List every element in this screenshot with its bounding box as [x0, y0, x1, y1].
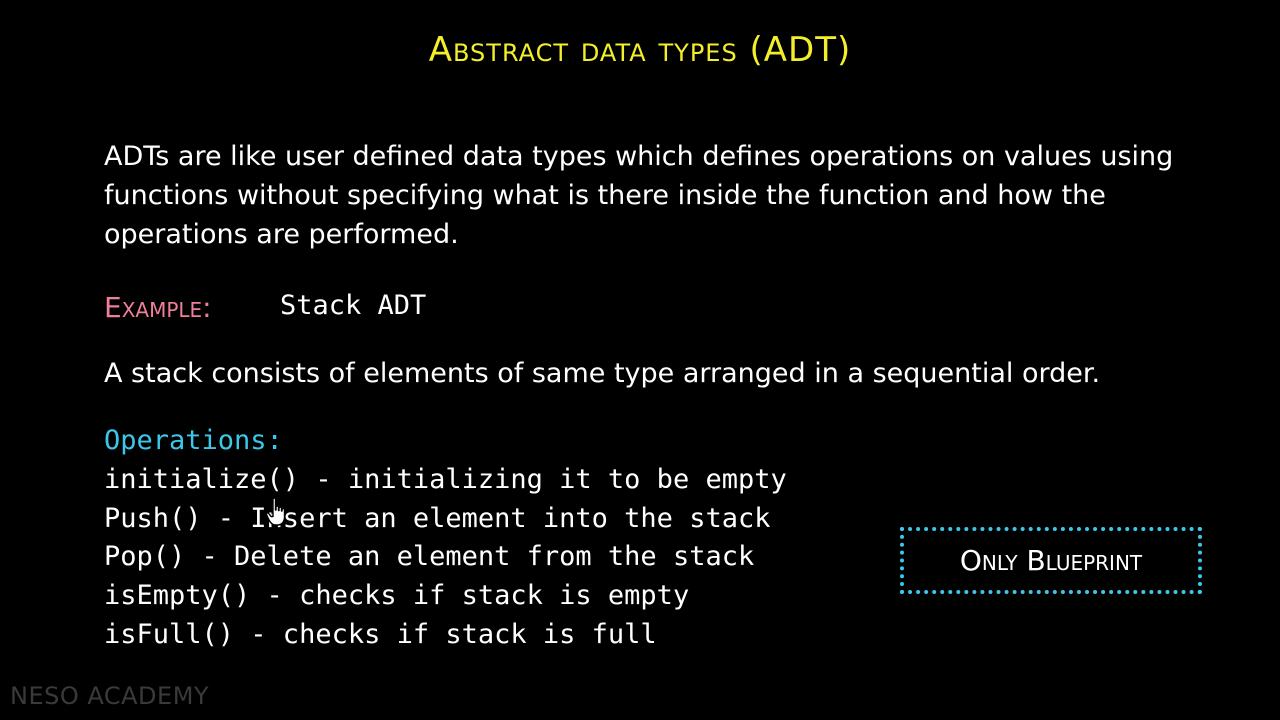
- operation-isempty: isEmpty() - checks if stack is empty: [104, 580, 690, 612]
- blueprint-callout: Only Blueprint: [900, 527, 1202, 594]
- operation-pop: Pop() - Delete an element from the stack: [104, 541, 755, 573]
- operation-isfull: isFull() - checks if stack is full: [104, 618, 657, 650]
- slide-title: Abstract data types (ADT): [428, 30, 852, 70]
- watermark: NESO ACADEMY: [10, 682, 210, 710]
- adt-definition: ADTs are like user defined data types wh…: [104, 141, 1174, 250]
- stack-description: A stack consists of elements of same typ…: [104, 358, 1101, 389]
- operation-initialize: initialize() - initializing it to be emp…: [104, 463, 787, 495]
- hand-pointer-icon: [265, 497, 286, 526]
- operations-heading: Operations:: [104, 425, 283, 456]
- operation-push: Push() - Insert an element into the stac…: [104, 502, 771, 534]
- example-label: Example:: [104, 291, 212, 324]
- blueprint-callout-text: Only Blueprint: [959, 544, 1143, 577]
- slide: Abstract data types (ADT) ADTs are like …: [0, 0, 1280, 720]
- example-value: Stack ADT: [280, 290, 427, 321]
- operations-list: Operations: initialize() - initializing …: [104, 422, 884, 655]
